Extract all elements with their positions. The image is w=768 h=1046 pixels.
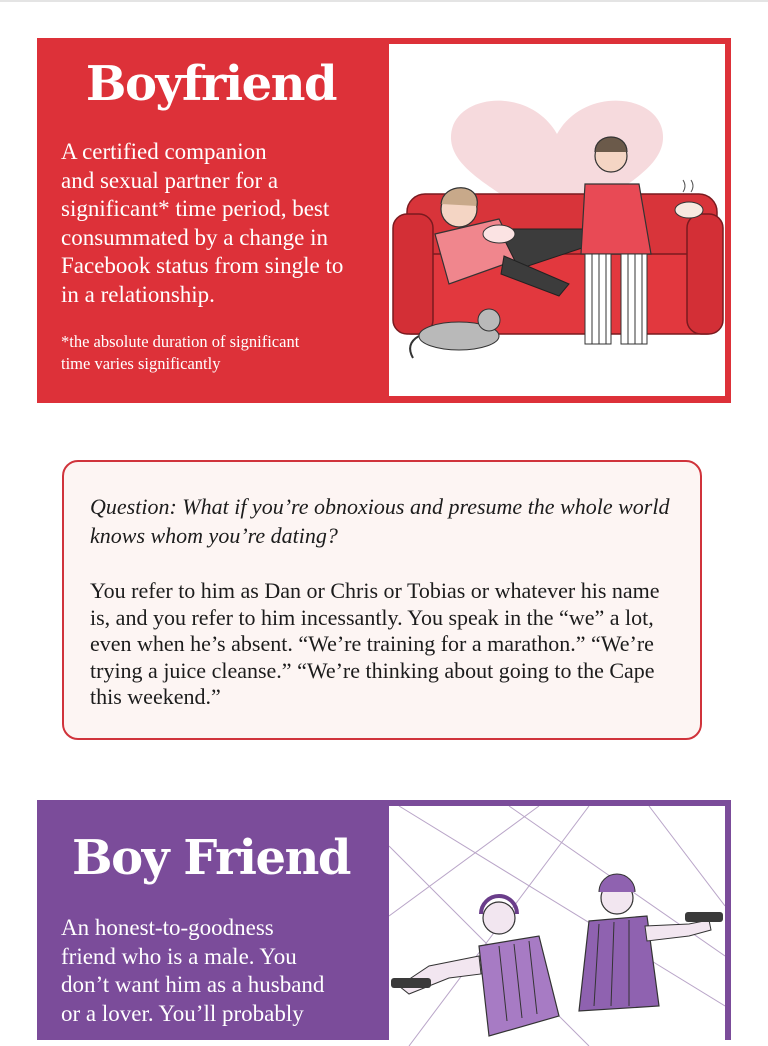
boyfriend-footnote: *the absolute duration of significant ti… bbox=[61, 332, 300, 373]
couch-scene-graphic bbox=[392, 100, 724, 359]
boyfriend-title: Boyfriend bbox=[85, 56, 338, 112]
couple-on-red-couch-illustration bbox=[389, 44, 725, 396]
boy-friend-card: Boy Friend An honest-to-goodness friend … bbox=[37, 800, 731, 1046]
boyfriend-definition: A certified companion and sexual partner… bbox=[61, 139, 344, 307]
boyfriend-card: Boyfriend A certified companion and sexu… bbox=[37, 38, 731, 403]
qa-answer: You refer to him as Dan or Chris or Tobi… bbox=[90, 578, 660, 709]
boy-friend-definition: An honest-to-goodness friend who is a ma… bbox=[61, 915, 325, 1026]
top-divider bbox=[0, 0, 768, 2]
laser-tag-friends-illustration bbox=[389, 806, 725, 1046]
laser-tag-graphic bbox=[389, 806, 725, 1046]
qa-box: Question: What if you’re obnoxious and p… bbox=[62, 460, 702, 740]
boy-friend-title: Boy Friend bbox=[72, 830, 351, 886]
qa-question: Question: What if you’re obnoxious and p… bbox=[90, 494, 670, 548]
